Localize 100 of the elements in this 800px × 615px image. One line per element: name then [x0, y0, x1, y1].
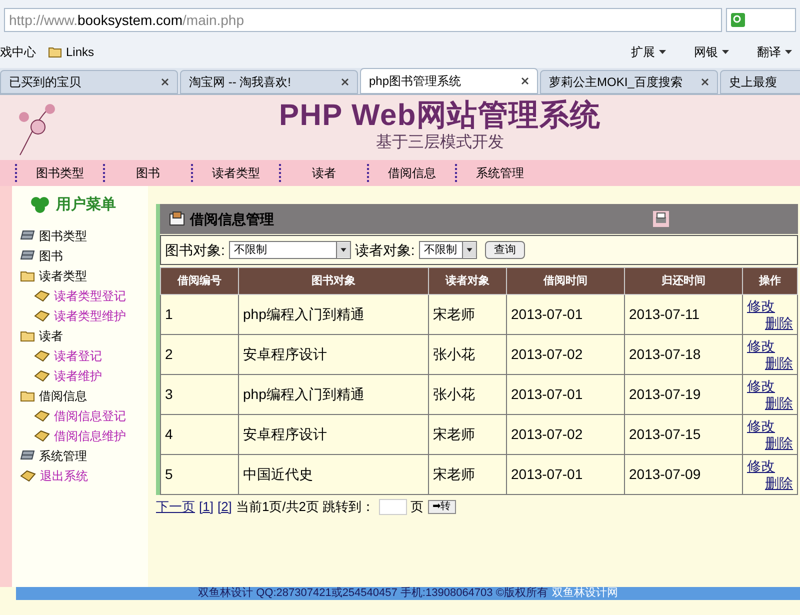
browser-tab[interactable]: 已买到的宝贝	[0, 70, 178, 94]
filter-select[interactable]: 不限制	[228, 241, 351, 259]
caret-icon	[722, 50, 729, 54]
edit-link[interactable]: 修改	[747, 458, 775, 474]
browser-tab[interactable]: 萝莉公主MOKI_百度搜索	[540, 70, 718, 94]
book-icon	[34, 350, 50, 362]
nav-link[interactable]: 系统管理	[455, 164, 543, 182]
folder-icon	[20, 270, 35, 282]
sidebar-item[interactable]: 退出系统	[40, 466, 88, 484]
sidebar-item[interactable]: 图书类型	[39, 226, 87, 244]
sidebar-item[interactable]: 系统管理	[39, 446, 87, 464]
book-icon	[34, 410, 50, 422]
printer-icon[interactable]	[652, 210, 670, 228]
browser-tab[interactable]: 史上最瘦	[720, 70, 800, 94]
sidebar-item[interactable]: 借阅信息	[39, 386, 87, 404]
column-header: 借阅时间	[506, 268, 624, 294]
column-header: 读者对象	[428, 268, 506, 294]
query-button[interactable]: 查询	[484, 241, 525, 259]
table-cell: php编程入门到精通	[238, 374, 428, 414]
column-header: 归还时间	[624, 268, 742, 294]
edit-link[interactable]: 修改	[747, 338, 775, 354]
sidebar-subitem[interactable]: 读者类型登记	[54, 286, 126, 304]
table-cell: 2013-07-01	[506, 454, 624, 494]
toolbar-button[interactable]: 扩展	[623, 43, 674, 61]
edit-link[interactable]: 修改	[747, 298, 775, 314]
nav-link[interactable]: 图书类型	[15, 164, 103, 182]
bookmark-link[interactable]: Links	[48, 43, 94, 61]
folder-icon	[48, 46, 62, 58]
page-input[interactable]	[378, 498, 407, 515]
page-link[interactable]: [2]	[217, 497, 232, 516]
browser-tab[interactable]: 淘宝网 -- 淘我喜欢!	[180, 70, 358, 94]
nav-link[interactable]: 图书	[103, 164, 191, 182]
book-icon	[34, 290, 50, 302]
table-cell: 2013-07-02	[506, 334, 624, 374]
close-icon[interactable]	[521, 77, 529, 85]
filter-label: 图书对象:	[165, 240, 225, 260]
address-field[interactable]: http://www.booksystem.com/main.php	[4, 8, 722, 32]
nav-link[interactable]: 读者类型	[191, 164, 279, 182]
sidebar-subitem[interactable]: 借阅信息维护	[54, 426, 126, 444]
stack-icon	[20, 450, 35, 461]
folder-icon	[20, 330, 35, 342]
table-cell: 2013-07-02	[506, 414, 624, 454]
toolbar-button[interactable]: 网银	[686, 43, 737, 61]
page-link[interactable]: [1]	[199, 497, 214, 516]
book-icon	[20, 470, 36, 482]
table-cell: 安卓程序设计	[238, 414, 428, 454]
delete-link[interactable]: 删除	[765, 314, 793, 332]
table-cell: 2013-07-09	[624, 454, 742, 494]
dropdown-icon	[462, 242, 476, 258]
folder-icon	[20, 390, 35, 402]
stack-icon	[20, 230, 35, 241]
delete-link[interactable]: 删除	[765, 434, 793, 452]
delete-link[interactable]: 删除	[765, 394, 793, 412]
page-info: 当前1页/共2页 跳转到：	[236, 498, 375, 516]
table-cell: 2013-07-15	[624, 414, 742, 454]
sidebar-subitem[interactable]: 读者登记	[54, 346, 102, 364]
edit-link[interactable]: 修改	[747, 378, 775, 394]
nav-link[interactable]: 借阅信息	[367, 164, 455, 182]
table-cell: 宋老师	[428, 454, 506, 494]
nav-link[interactable]: 读者	[279, 164, 367, 182]
close-icon[interactable]	[701, 78, 709, 86]
bookmark-link[interactable]: 戏中心	[0, 43, 36, 61]
search-icon	[731, 13, 745, 27]
filter-select[interactable]: 不限制	[418, 241, 477, 259]
toolbar-button[interactable]: 翻译	[749, 43, 800, 61]
column-header: 借阅编号	[160, 268, 238, 294]
table-cell: 2013-07-11	[624, 294, 742, 334]
book-icon	[34, 310, 50, 322]
table-cell: 安卓程序设计	[238, 334, 428, 374]
table-cell: 3	[160, 374, 238, 414]
sidebar-item[interactable]: 读者	[39, 326, 63, 344]
table-cell: 2013-07-18	[624, 334, 742, 374]
filter-label: 读者对象:	[354, 240, 415, 260]
sidebar-subitem[interactable]: 读者维护	[54, 366, 102, 384]
table-cell: 2013-07-01	[506, 294, 624, 334]
site-subtitle: 基于三层模式开发	[376, 132, 504, 152]
book-icon	[34, 370, 50, 382]
dropdown-icon	[336, 242, 350, 258]
table-cell: 2013-07-01	[506, 374, 624, 414]
footer-text: 双鱼林设计 QQ:287307421或254540457 手机:13908064703 ©版权所有	[198, 588, 548, 599]
next-page-link[interactable]: 下一页	[156, 497, 195, 516]
caret-icon	[785, 50, 792, 54]
sidebar-subitem[interactable]: 借阅信息登记	[54, 406, 126, 424]
table-cell: 张小花	[428, 334, 506, 374]
close-icon[interactable]	[341, 78, 349, 86]
table-cell: 2013-07-19	[624, 374, 742, 414]
table-cell: 宋老师	[428, 414, 506, 454]
sidebar-item[interactable]: 读者类型	[39, 266, 87, 284]
sidebar-item[interactable]: 图书	[39, 246, 63, 264]
go-button[interactable]: ➡转	[428, 500, 456, 514]
search-field[interactable]	[726, 8, 796, 32]
table-cell: php编程入门到精通	[238, 294, 428, 334]
delete-link[interactable]: 删除	[765, 354, 793, 372]
sidebar-subitem[interactable]: 读者类型维护	[54, 306, 126, 324]
table-cell: 5	[160, 454, 238, 494]
delete-link[interactable]: 删除	[765, 474, 793, 492]
column-header: 操作	[742, 268, 798, 294]
edit-link[interactable]: 修改	[747, 418, 775, 434]
close-icon[interactable]	[161, 78, 169, 86]
browser-tab[interactable]: php图书管理系统	[360, 68, 538, 94]
